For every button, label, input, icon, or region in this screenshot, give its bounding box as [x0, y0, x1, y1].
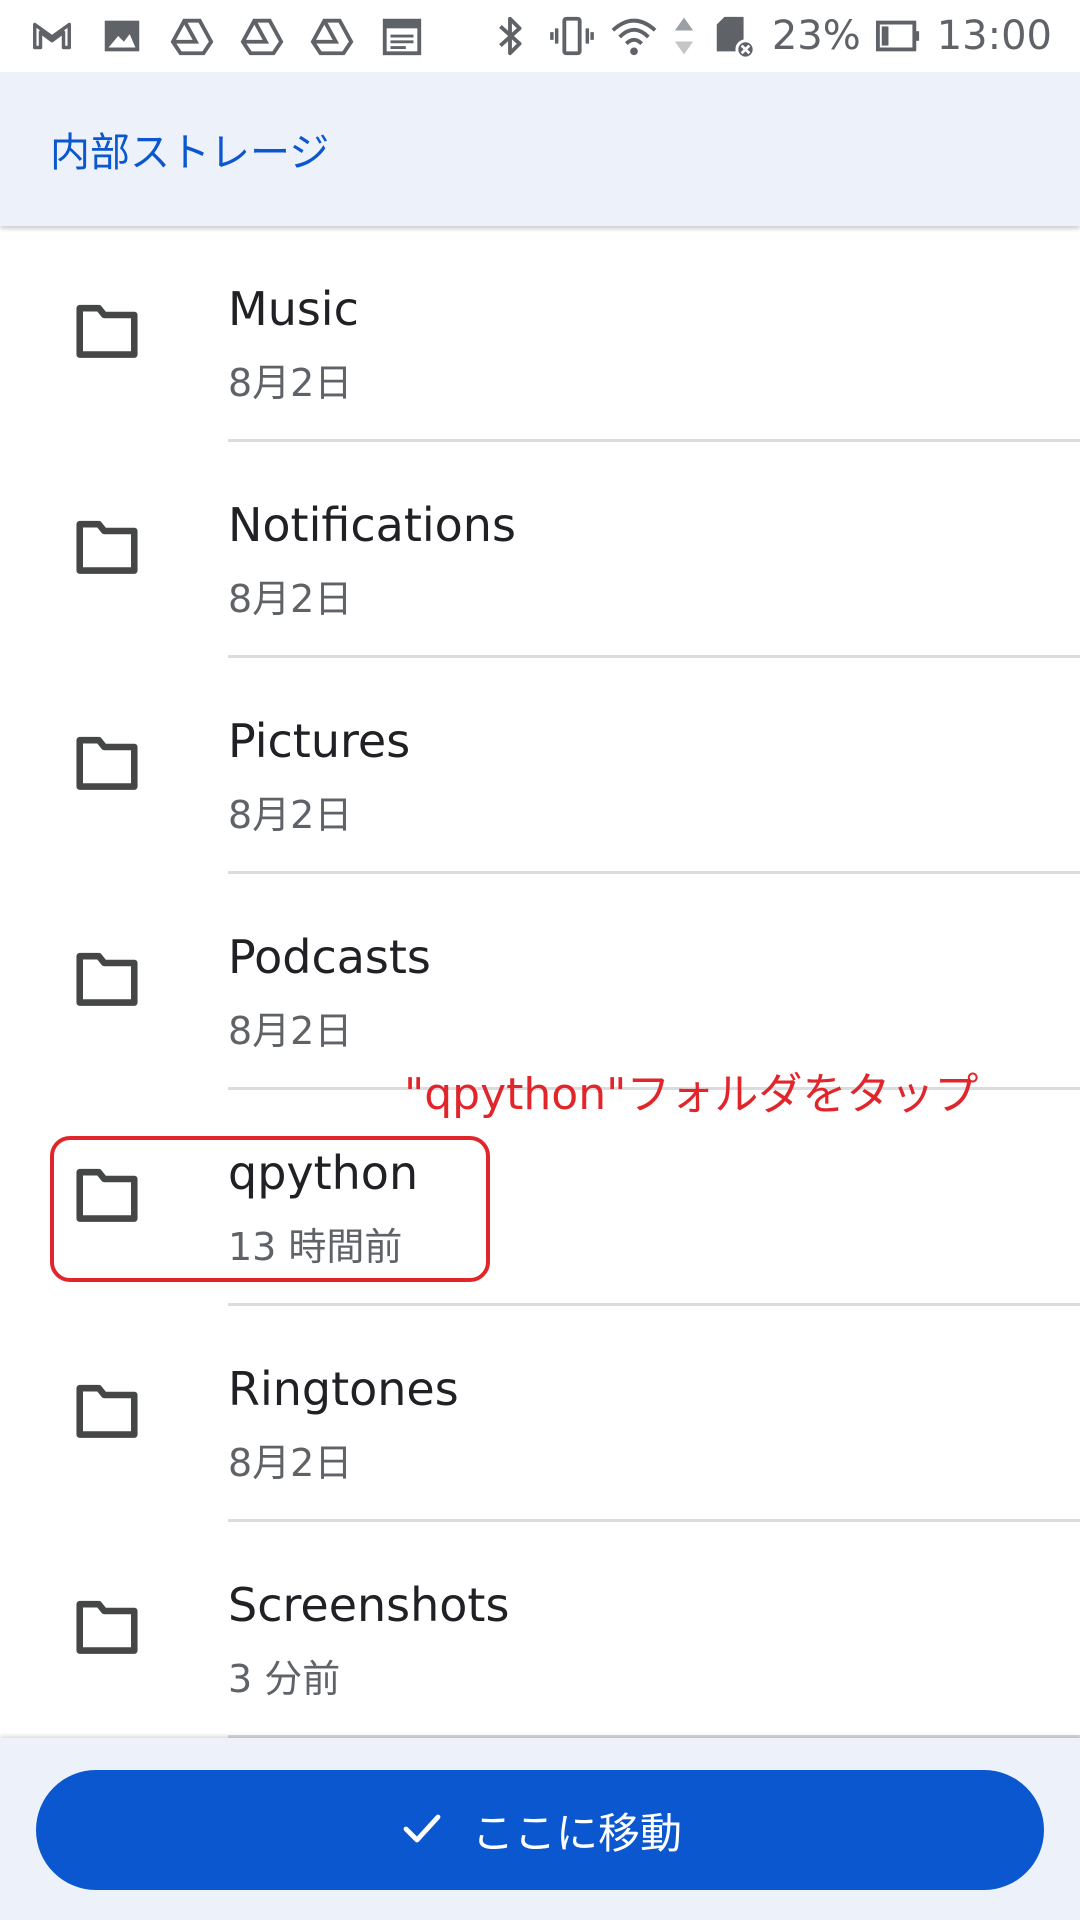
move-here-button[interactable]: ここに移動 [36, 1770, 1044, 1890]
drive-icon [238, 12, 286, 60]
folder-date: 8月2日 [228, 793, 353, 837]
folder-name: Ringtones [228, 1362, 459, 1416]
status-bar: 23% 13:00 [0, 0, 1080, 72]
folder-row-notifications[interactable]: Notifications 8月2日 [0, 442, 1080, 658]
folder-date: 8月2日 [228, 1441, 353, 1485]
folder-date: 8月2日 [228, 577, 353, 621]
folder-date: 8月2日 [228, 361, 353, 405]
folder-date: 3 分前 [228, 1657, 341, 1701]
folder-row-pictures[interactable]: Pictures 8月2日 [0, 658, 1080, 874]
folder-name: Screenshots [228, 1578, 510, 1632]
clock: 13:00 [936, 13, 1052, 59]
folder-date: 8月2日 [228, 1009, 353, 1053]
folder-icon [74, 732, 140, 792]
bluetooth-icon [486, 12, 534, 60]
move-here-label: ここに移動 [471, 1808, 682, 1858]
drive-icon [308, 12, 356, 60]
wifi-icon [610, 12, 658, 60]
folder-name: Notifications [228, 498, 516, 552]
check-icon [398, 1804, 446, 1856]
notification-icons [28, 12, 426, 60]
folder-icon [74, 1596, 140, 1656]
battery-icon [875, 12, 923, 60]
folder-name: Pictures [228, 714, 411, 768]
bottom-action-bar: ここに移動 [0, 1738, 1080, 1920]
folder-row-screenshots[interactable]: Screenshots 3 分前 [0, 1522, 1080, 1738]
folder-name: Podcasts [228, 930, 431, 984]
folder-row-ringtones[interactable]: Ringtones 8月2日 [0, 1306, 1080, 1522]
system-icons: 23% 13:00 [486, 12, 1052, 60]
gmail-icon [28, 12, 76, 60]
folder-icon [74, 1380, 140, 1440]
battery-percent: 23% [771, 13, 861, 59]
sd-card-icon [710, 12, 758, 60]
location-header: 内部ストレージ [0, 72, 1080, 226]
calendar-icon [378, 12, 426, 60]
folder-list[interactable]: Music 8月2日 Notifications 8月2日 Pictures 8… [0, 226, 1080, 1738]
annotation-text: "qpython"フォルダをタップ [404, 1069, 979, 1120]
folder-name: Music [228, 282, 359, 336]
folder-row-music[interactable]: Music 8月2日 [0, 226, 1080, 442]
annotation-highlight-box [50, 1136, 490, 1282]
folder-icon [74, 300, 140, 360]
gallery-icon [98, 12, 146, 60]
breadcrumb[interactable]: 内部ストレージ [50, 120, 329, 178]
data-arrows-icon [672, 12, 696, 60]
folder-icon [74, 948, 140, 1008]
folder-icon [74, 516, 140, 576]
drive-icon [168, 12, 216, 60]
vibrate-icon [548, 12, 596, 60]
